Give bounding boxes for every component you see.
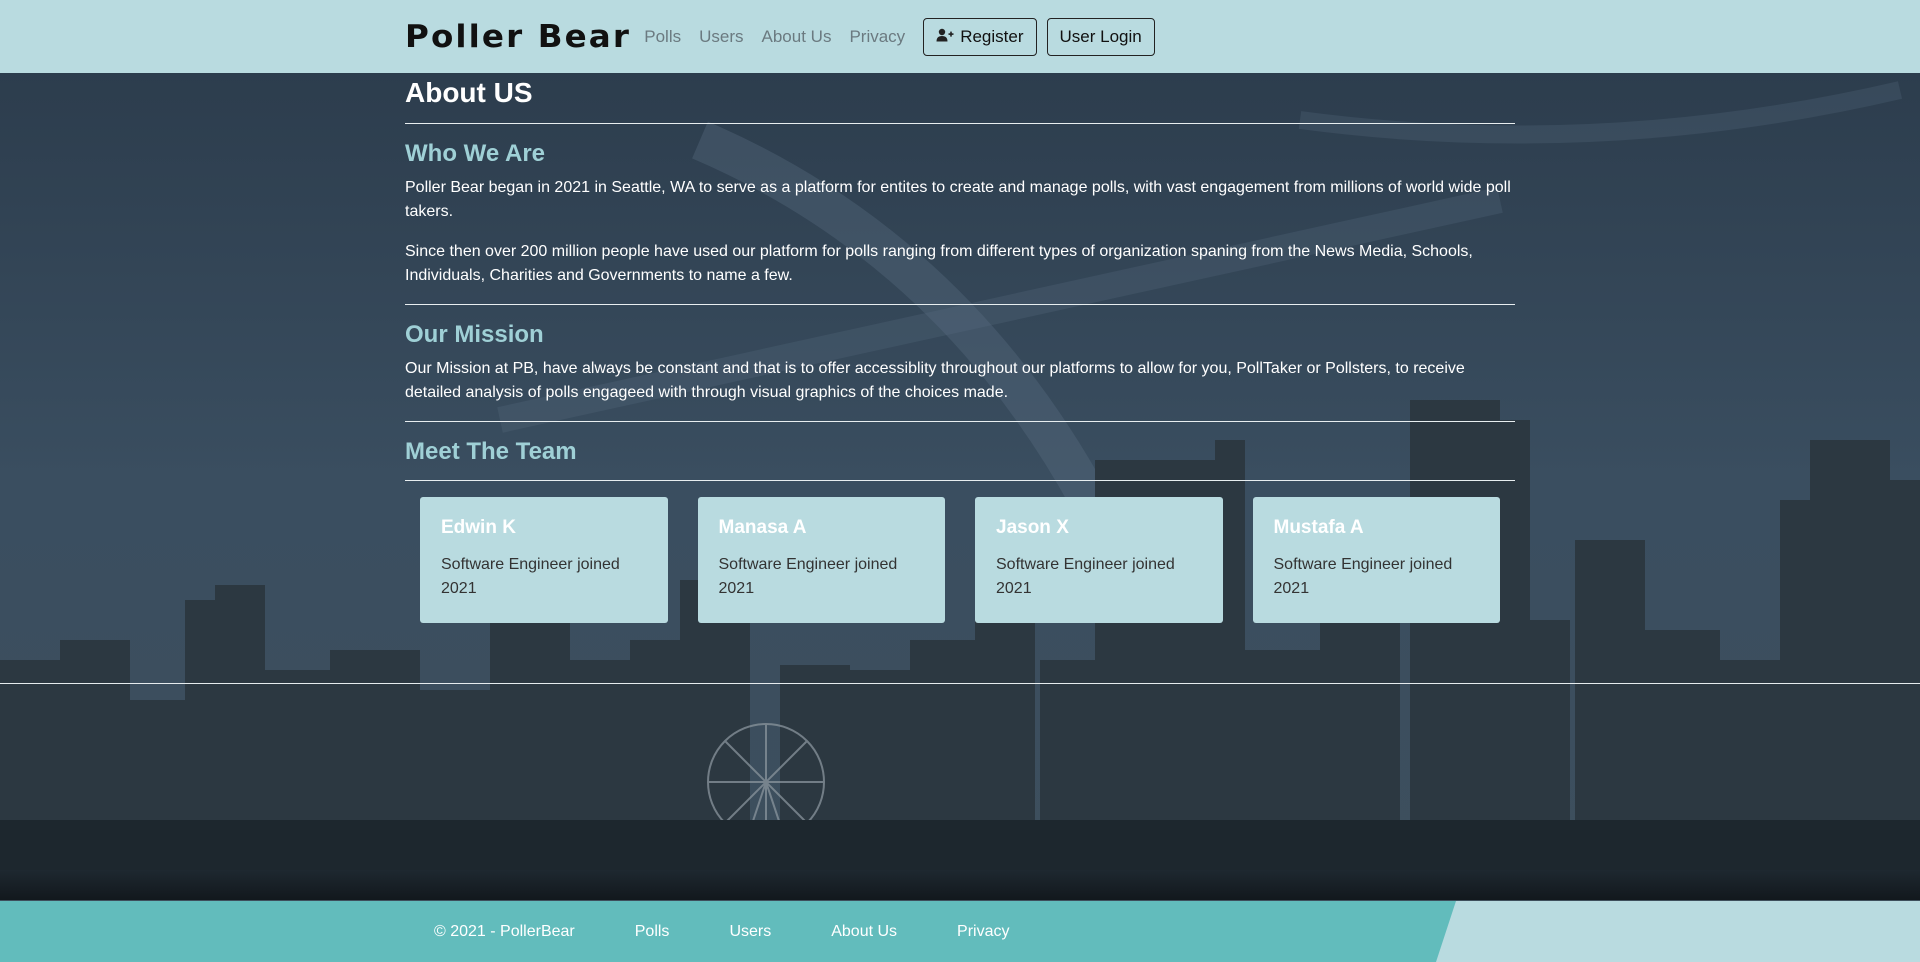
section-title-mission: Our Mission [405,321,544,348]
team-member-role: Software Engineer joined 2021 [718,556,898,597]
brand-logo[interactable]: Poller Bear [405,19,631,55]
footer-link-users[interactable]: Users [729,923,771,941]
top-navbar: Poller Bear Polls Users About Us Privacy… [0,0,1920,73]
divider [405,304,1515,305]
team-member-name: Edwin K [441,517,516,538]
footer-link-privacy[interactable]: Privacy [957,923,1009,941]
divider [405,123,1515,124]
team-member-role: Software Engineer joined 2021 [441,556,620,597]
section-title-team: Meet The Team [405,438,577,465]
team-card: Jason X Software Engineer joined 2021 [975,497,1223,623]
team-card: Edwin K Software Engineer joined 2021 [420,497,668,623]
team-member-name: Mustafa A [1273,517,1364,538]
user-login-button[interactable]: User Login [1046,17,1155,56]
section-title-who: Who We Are [405,140,546,167]
team-cards: Edwin K Software Engineer joined 2021 Ma… [405,481,1515,623]
team-member-name: Manasa A [718,517,807,538]
who-paragraph-1: Poller Bear began in 2021 in Seattle, WA… [405,179,1511,220]
nav-link-about[interactable]: About Us [762,27,832,47]
nav-link-users[interactable]: Users [699,27,743,47]
team-card: Manasa A Software Engineer joined 2021 [697,497,945,623]
team-member-role: Software Engineer joined 2021 [996,556,1175,597]
nav-link-privacy[interactable]: Privacy [849,27,905,47]
footer: © 2021 - PollerBear Polls Users About Us… [0,901,1920,962]
footer-link-polls[interactable]: Polls [635,923,670,941]
team-card: Mustafa A Software Engineer joined 2021 [1252,497,1500,623]
team-member-role: Software Engineer joined 2021 [1273,556,1453,597]
register-label: Register [960,26,1024,46]
team-member-name: Jason X [996,517,1069,538]
page-title: About US [405,77,533,108]
page-divider [0,683,1920,684]
footer-copyright: © 2021 - PollerBear [434,922,575,940]
nav-link-polls[interactable]: Polls [644,27,681,47]
mission-paragraph: Our Mission at PB, have always be consta… [405,360,1465,401]
who-paragraph-2: Since then over 200 million people have … [405,243,1473,284]
divider [405,421,1515,422]
register-button[interactable]: Register [923,17,1037,56]
about-content: About US Who We Are Poller Bear began in… [405,73,1515,623]
footer-links: © 2021 - PollerBear Polls Users About Us… [434,901,1069,962]
user-plus-icon [936,28,954,45]
footer-link-about[interactable]: About Us [831,923,897,941]
